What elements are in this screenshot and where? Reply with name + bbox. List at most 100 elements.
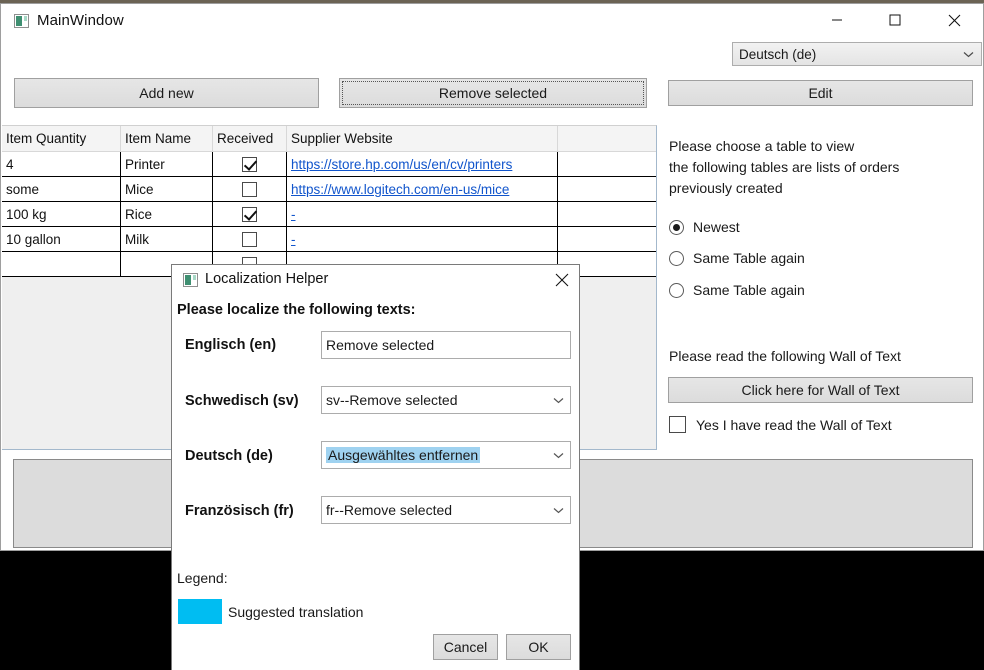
radio-label: Same Table again [693, 282, 805, 298]
cell-item-quantity[interactable]: some [2, 176, 121, 202]
cell-supplier-website[interactable]: https://www.logitech.com/en-us/mice [286, 176, 558, 202]
cell-blank[interactable] [557, 151, 656, 177]
table-row[interactable]: 10 gallon Milk - [2, 226, 656, 252]
dialog-titlebar[interactable]: Localization Helper [172, 265, 579, 295]
wall-of-text-checkbox[interactable] [669, 416, 686, 433]
column-header-received[interactable]: Received [212, 126, 287, 152]
cell-received[interactable] [212, 226, 287, 252]
dialog-heading: Please localize the following texts: [177, 302, 416, 318]
deutsch-combobox[interactable]: Ausgewähltes entfernen [321, 441, 571, 469]
cell-item-name[interactable]: Printer [120, 151, 213, 177]
remove-selected-label: Remove selected [438, 85, 548, 101]
radio-label: Newest [693, 219, 740, 235]
legend-color-swatch [178, 599, 222, 624]
chevron-down-icon [546, 452, 570, 459]
radio-button-icon[interactable] [669, 219, 684, 235]
franzoesisch-combobox[interactable]: fr--Remove selected [321, 496, 571, 524]
englisch-textbox[interactable]: Remove selected [321, 331, 571, 359]
page-title: MainWindow [37, 12, 124, 29]
cell-supplier-website[interactable]: - [286, 226, 558, 252]
column-header-item-name[interactable]: Item Name [120, 126, 213, 152]
cancel-button[interactable]: Cancel [433, 634, 498, 660]
radio-button-icon[interactable] [669, 282, 684, 298]
cell-received[interactable] [212, 151, 287, 177]
chevron-down-icon [961, 51, 975, 58]
minimize-icon [832, 19, 842, 21]
schwedisch-value: sv--Remove selected [326, 392, 458, 408]
schwedisch-combobox[interactable]: sv--Remove selected [321, 386, 571, 414]
remove-selected-button[interactable]: Remove selected [339, 78, 647, 108]
deutsch-value-wrap: Ausgewähltes entfernen [326, 447, 546, 463]
cell-received[interactable] [212, 201, 287, 227]
cell-item-quantity[interactable]: 100 kg [2, 201, 121, 227]
cell-item-name[interactable]: Milk [120, 226, 213, 252]
screen-root: MainWindow Deutsch (de) Add new Remove s… [0, 0, 984, 670]
close-icon [555, 273, 569, 287]
supplier-website-link[interactable]: - [291, 207, 296, 222]
column-header-supplier-website[interactable]: Supplier Website [286, 126, 558, 152]
cell-item-quantity[interactable]: 4 [2, 151, 121, 177]
ok-button[interactable]: OK [506, 634, 571, 660]
cell-item-quantity[interactable] [2, 251, 121, 277]
table-choice-instructions: Please choose a table to view the follow… [669, 136, 969, 199]
cell-received[interactable] [212, 176, 287, 202]
wall-of-text-acknowledge-row[interactable]: Yes I have read the Wall of Text [669, 416, 892, 433]
cell-supplier-website[interactable]: https://store.hp.com/us/en/cv/printers [286, 151, 558, 177]
close-icon [948, 14, 960, 26]
maximize-button[interactable] [872, 4, 918, 36]
label-schwedisch: Schwedisch (sv) [185, 393, 299, 409]
received-checkbox[interactable] [242, 156, 257, 172]
radio-option-same-table-1[interactable]: Same Table again [669, 250, 805, 266]
language-select-value: Deutsch (de) [739, 46, 817, 62]
cell-blank[interactable] [557, 226, 656, 252]
cell-blank[interactable] [557, 176, 656, 202]
dialog-close-button[interactable] [544, 265, 579, 295]
received-checkbox[interactable] [242, 181, 257, 197]
instructions-line-2: the following tables are lists of orders [669, 159, 900, 175]
main-window-titlebar[interactable]: MainWindow [1, 4, 983, 37]
wall-of-text-button[interactable]: Click here for Wall of Text [668, 377, 973, 403]
table-header-row: Item Quantity Item Name Received Supplie… [2, 126, 656, 152]
app-window-icon [183, 273, 198, 287]
wall-of-text-prompt: Please read the following Wall of Text [669, 348, 901, 364]
app-window-icon [14, 14, 29, 28]
instructions-line-3: previously created [669, 180, 783, 196]
legend-label: Suggested translation [228, 604, 364, 620]
radio-label: Same Table again [693, 250, 805, 266]
legend-title: Legend: [177, 570, 228, 586]
cell-blank[interactable] [557, 201, 656, 227]
minimize-button[interactable] [814, 4, 860, 36]
column-header-item-quantity[interactable]: Item Quantity [2, 126, 121, 152]
cell-item-quantity[interactable]: 10 gallon [2, 226, 121, 252]
cell-supplier-website[interactable]: - [286, 201, 558, 227]
deutsch-value: Ausgewähltes entfernen [326, 447, 481, 463]
table-row[interactable]: some Mice https://www.logitech.com/en-us… [2, 176, 656, 202]
language-select[interactable]: Deutsch (de) [732, 42, 982, 66]
label-franzoesisch: Französisch (fr) [185, 503, 294, 519]
cell-item-name[interactable]: Mice [120, 176, 213, 202]
table-row[interactable]: 4 Printer https://store.hp.com/us/en/cv/… [2, 151, 656, 177]
label-englisch: Englisch (en) [185, 337, 277, 353]
received-checkbox[interactable] [242, 231, 257, 247]
instructions-line-1: Please choose a table to view [669, 138, 855, 154]
supplier-website-link[interactable]: https://store.hp.com/us/en/cv/printers [291, 157, 512, 172]
edit-button[interactable]: Edit [668, 80, 973, 106]
dialog-title: Localization Helper [205, 271, 329, 287]
received-checkbox[interactable] [242, 206, 257, 222]
label-deutsch: Deutsch (de) [185, 448, 273, 464]
supplier-website-link[interactable]: - [291, 232, 296, 247]
table-row[interactable]: 100 kg Rice - [2, 201, 656, 227]
close-button[interactable] [931, 4, 977, 36]
chevron-down-icon [546, 507, 570, 514]
cell-item-name[interactable]: Rice [120, 201, 213, 227]
supplier-website-link[interactable]: https://www.logitech.com/en-us/mice [291, 182, 509, 197]
radio-option-newest[interactable]: Newest [669, 219, 740, 235]
column-header-blank[interactable] [557, 126, 656, 152]
franzoesisch-value: fr--Remove selected [326, 502, 453, 518]
radio-button-icon[interactable] [669, 250, 684, 266]
englisch-value: Remove selected [326, 337, 435, 353]
add-new-button[interactable]: Add new [14, 78, 319, 108]
localization-helper-dialog: Localization Helper Please localize the … [171, 264, 580, 670]
chevron-down-icon [546, 397, 570, 404]
radio-option-same-table-2[interactable]: Same Table again [669, 282, 805, 298]
